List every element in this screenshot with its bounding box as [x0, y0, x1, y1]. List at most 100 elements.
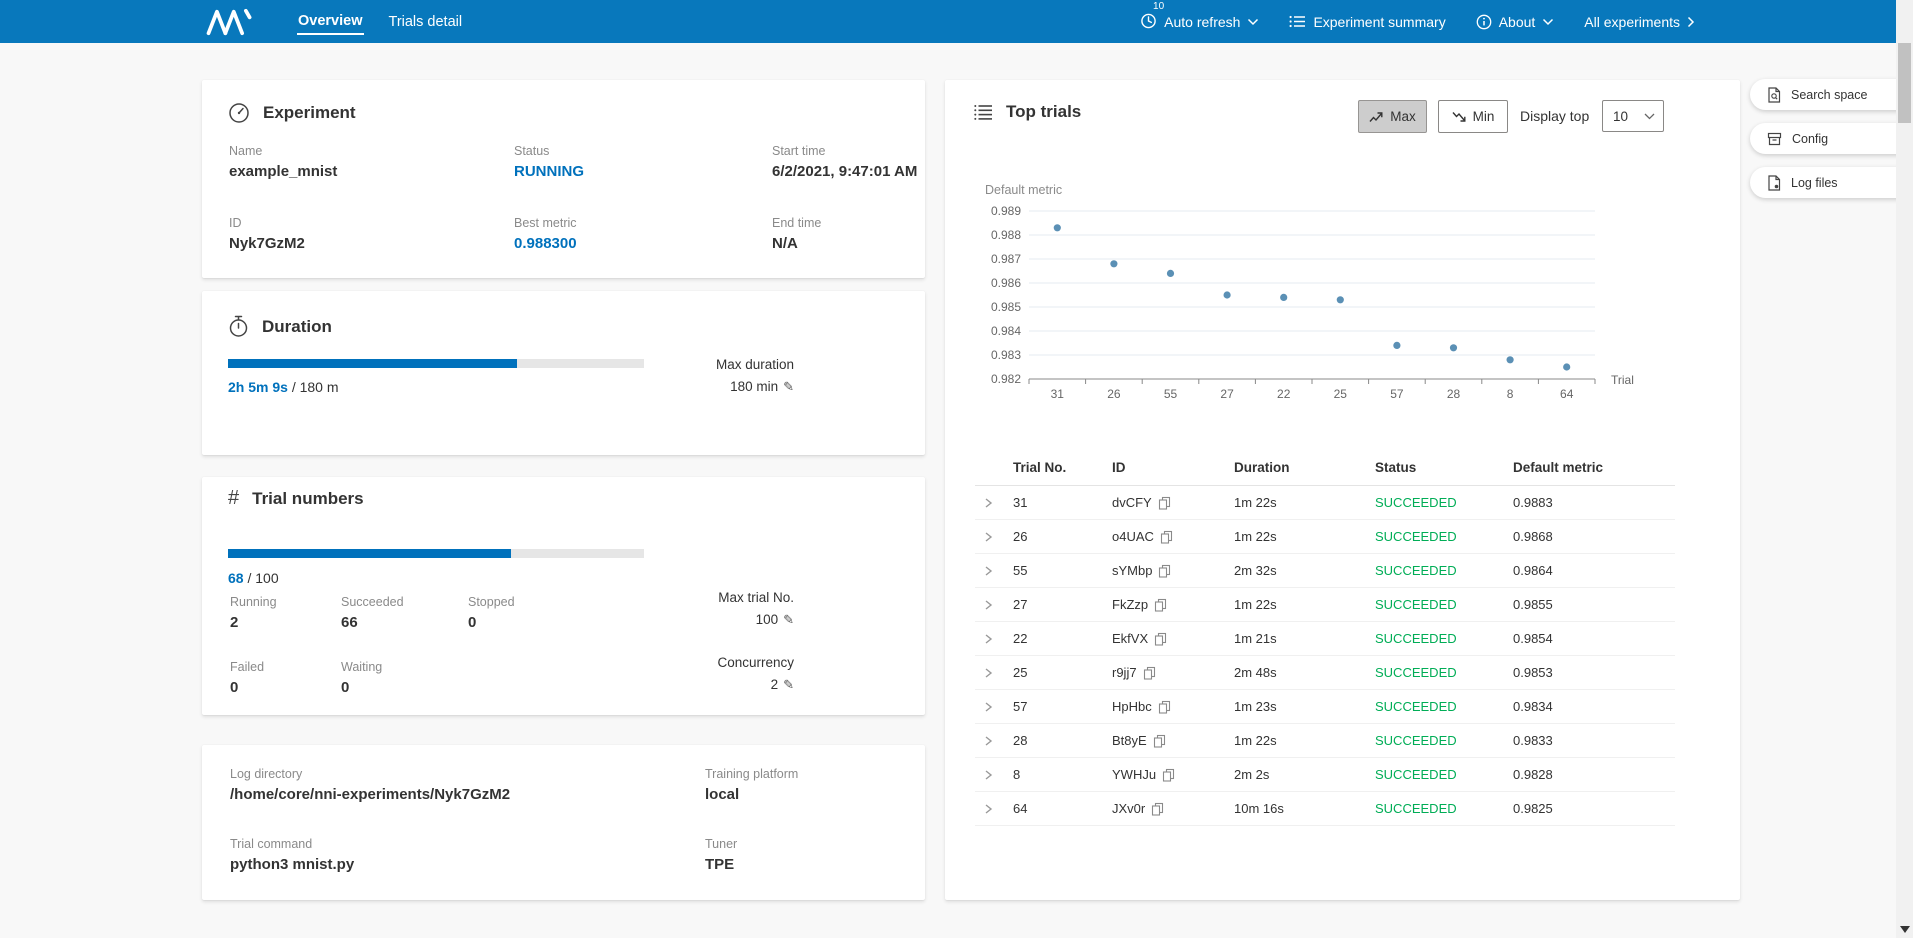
scrollbar-down-arrow[interactable]: [1896, 920, 1913, 938]
trial-id-text: EkfVX: [1112, 631, 1148, 646]
failed-stat: Failed 0: [230, 660, 264, 696]
chevron-right-icon: [983, 803, 994, 815]
cell-default-metric: 0.9854: [1513, 631, 1675, 646]
log-files-icon: [1767, 175, 1781, 191]
trial-id-text: dvCFY: [1112, 495, 1152, 510]
row-expander[interactable]: [975, 803, 1013, 815]
svg-text:31: 31: [1051, 387, 1065, 401]
nav-tab-trials-detail[interactable]: Trials detail: [388, 10, 464, 34]
table-row: 64 JXv0r 10m 16s SUCCEEDED 0.9825: [975, 792, 1675, 826]
duration-total: / 180 m: [288, 379, 339, 395]
cell-trial-id: JXv0r: [1112, 801, 1234, 816]
field-value: /home/core/nni-experiments/Nyk7GzM2: [230, 786, 510, 803]
summary-list-icon: [1289, 14, 1306, 29]
copy-icon[interactable]: [1158, 564, 1171, 578]
cell-trial-id: sYMbp: [1112, 563, 1234, 578]
trial-id-text: r9jj7: [1112, 665, 1137, 680]
page-scrollbar[interactable]: [1896, 0, 1913, 938]
default-metric-scatter-chart[interactable]: Default metric0.9890.9880.9870.9860.9850…: [975, 180, 1675, 410]
table-row: 27 FkZzp 1m 22s SUCCEEDED 0.9855: [975, 588, 1675, 622]
chevron-right-icon: [983, 497, 994, 509]
search-space-button[interactable]: Search space: [1750, 79, 1913, 110]
nni-logo[interactable]: [205, 8, 255, 36]
hash-icon: #: [228, 487, 239, 510]
edit-max-trial-icon[interactable]: ✎: [783, 612, 794, 628]
copy-icon[interactable]: [1158, 700, 1171, 714]
svg-text:0.984: 0.984: [991, 324, 1021, 338]
field-value: Nyk7GzM2: [229, 235, 305, 252]
cell-status: SUCCEEDED: [1375, 767, 1513, 782]
cell-default-metric: 0.9855: [1513, 597, 1675, 612]
row-expander[interactable]: [975, 531, 1013, 543]
row-expander[interactable]: [975, 497, 1013, 509]
copy-icon[interactable]: [1160, 530, 1173, 544]
field-value: python3 mnist.py: [230, 856, 354, 873]
trial-id-text: JXv0r: [1112, 801, 1145, 816]
cell-duration: 1m 22s: [1234, 495, 1375, 510]
display-top-select[interactable]: 10: [1602, 100, 1664, 132]
config-button[interactable]: Config: [1750, 123, 1913, 154]
copy-icon[interactable]: [1151, 802, 1164, 816]
edit-concurrency-icon[interactable]: ✎: [783, 677, 794, 693]
about-label: About: [1499, 14, 1536, 30]
cell-trial-no: 22: [1013, 631, 1112, 646]
running-stat: Running 2: [230, 595, 277, 631]
field-label: Log directory: [230, 767, 510, 781]
edit-max-duration-icon[interactable]: ✎: [783, 379, 794, 395]
copy-icon[interactable]: [1154, 598, 1167, 612]
scrollbar-thumb[interactable]: [1898, 43, 1911, 123]
stopwatch-icon: [228, 315, 249, 338]
cell-trial-id: FkZzp: [1112, 597, 1234, 612]
duration-elapsed: 2h 5m 9s: [228, 379, 288, 395]
experiment-summary-button[interactable]: Experiment summary: [1289, 14, 1445, 30]
field-label: Best metric: [514, 216, 577, 230]
auto-refresh-menu[interactable]: 10 Auto refresh: [1140, 12, 1259, 32]
row-expander[interactable]: [975, 701, 1013, 713]
chevron-right-icon: [983, 769, 994, 781]
svg-text:27: 27: [1220, 387, 1234, 401]
row-expander[interactable]: [975, 565, 1013, 577]
all-experiments-link[interactable]: All experiments: [1584, 14, 1695, 30]
copy-icon[interactable]: [1158, 496, 1171, 510]
field-label: ID: [229, 216, 305, 230]
row-expander[interactable]: [975, 633, 1013, 645]
all-experiments-label: All experiments: [1584, 14, 1680, 30]
cell-default-metric: 0.9825: [1513, 801, 1675, 816]
copy-icon[interactable]: [1154, 632, 1167, 646]
copy-icon[interactable]: [1153, 734, 1166, 748]
cell-status: SUCCEEDED: [1375, 733, 1513, 748]
svg-text:0.986: 0.986: [991, 276, 1021, 290]
cell-trial-id: YWHJu: [1112, 767, 1234, 782]
log-files-button[interactable]: Log files: [1750, 167, 1913, 198]
search-space-icon: [1767, 87, 1781, 103]
cell-trial-no: 31: [1013, 495, 1112, 510]
experiment-id-field: ID Nyk7GzM2: [229, 216, 305, 252]
cell-default-metric: 0.9833: [1513, 733, 1675, 748]
trial-id-text: o4UAC: [1112, 529, 1154, 544]
table-header-row: Trial No. ID Duration Status Default met…: [975, 450, 1675, 486]
nav-tab-overview[interactable]: Overview: [297, 9, 364, 35]
svg-text:55: 55: [1164, 387, 1178, 401]
config-label: Config: [1792, 132, 1828, 146]
table-row: 8 YWHJu 2m 2s SUCCEEDED 0.9828: [975, 758, 1675, 792]
copy-icon[interactable]: [1162, 768, 1175, 782]
row-expander[interactable]: [975, 735, 1013, 747]
max-button[interactable]: Max: [1358, 100, 1427, 133]
cell-trial-no: 27: [1013, 597, 1112, 612]
cell-trial-no: 55: [1013, 563, 1112, 578]
chevron-right-icon: [983, 599, 994, 611]
cell-default-metric: 0.9834: [1513, 699, 1675, 714]
row-expander[interactable]: [975, 769, 1013, 781]
cell-trial-id: r9jj7: [1112, 665, 1234, 680]
info-icon: [1476, 14, 1492, 30]
cell-status: SUCCEEDED: [1375, 597, 1513, 612]
copy-icon[interactable]: [1143, 666, 1156, 680]
cell-trial-no: 26: [1013, 529, 1112, 544]
min-button[interactable]: Min: [1438, 100, 1508, 133]
about-menu[interactable]: About: [1476, 14, 1555, 30]
row-expander[interactable]: [975, 599, 1013, 611]
field-label: Waiting: [341, 660, 382, 674]
row-expander[interactable]: [975, 667, 1013, 679]
field-value: 6/2/2021, 9:47:01 AM: [772, 163, 917, 180]
waiting-stat: Waiting 0: [341, 660, 382, 696]
